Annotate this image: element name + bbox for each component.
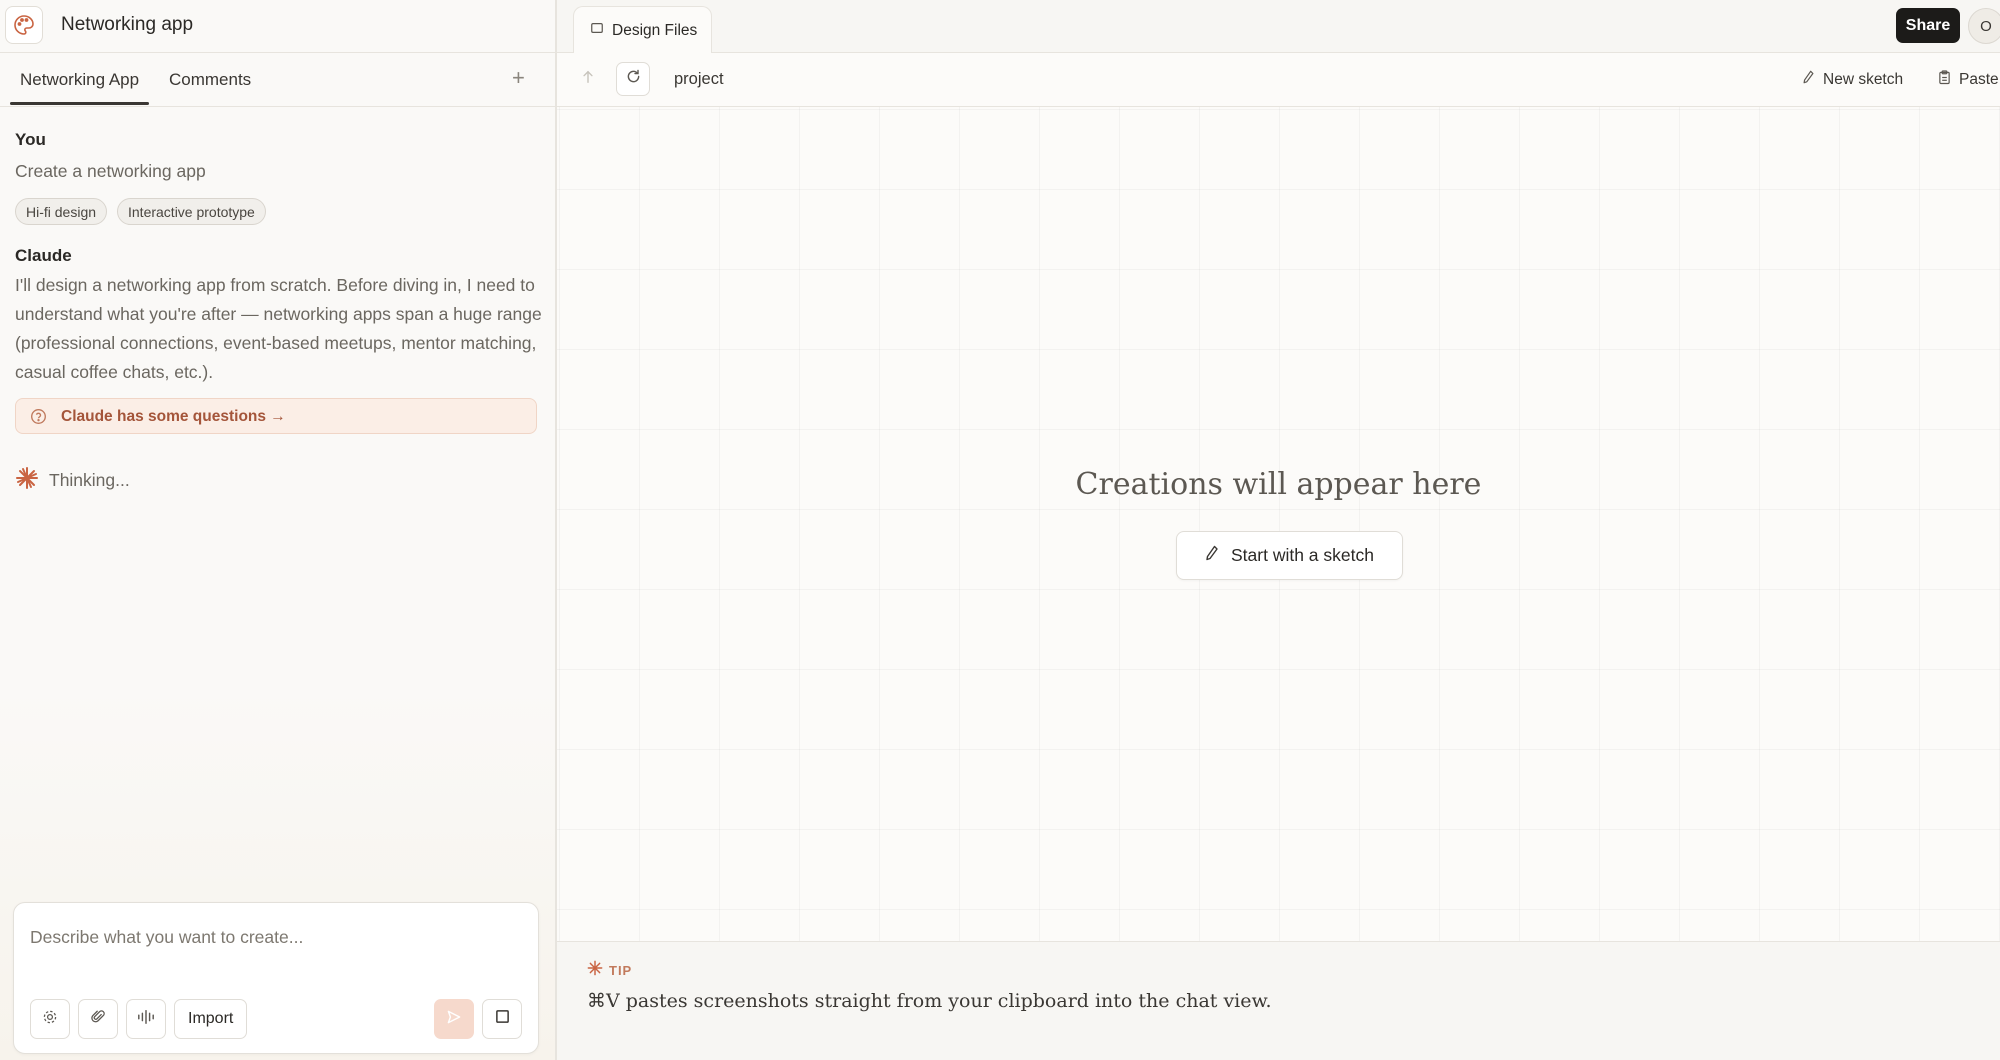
thinking-indicator: Thinking... [15, 466, 130, 495]
palette-icon[interactable] [5, 6, 43, 44]
questions-banner[interactable]: Claude has some questions → [15, 398, 537, 434]
add-tab-button[interactable]: + [512, 65, 525, 91]
tab-networking-app[interactable]: Networking App [9, 70, 150, 105]
paste-label: Paste [1959, 71, 1999, 88]
assistant-message: I'll design a networking app from scratc… [15, 275, 542, 382]
tab-design-files[interactable]: Design Files [573, 6, 712, 54]
breadcrumb[interactable]: project [674, 70, 724, 89]
prompt-input[interactable] [30, 917, 510, 957]
start-sketch-button[interactable]: Start with a sketch [1176, 531, 1403, 580]
new-sketch-button[interactable]: New sketch [1802, 70, 1903, 89]
stop-button[interactable] [482, 999, 522, 1039]
avatar[interactable]: O [1968, 8, 2000, 44]
top-bar: Design Files Share O [557, 0, 2000, 54]
design-panel: Design Files Share O project New sketch … [557, 0, 2000, 1060]
send-button[interactable] [434, 999, 474, 1039]
new-sketch-label: New sketch [1823, 70, 1904, 88]
up-button[interactable] [571, 62, 605, 96]
refresh-icon [626, 69, 641, 89]
question-circle-icon [30, 408, 47, 430]
tip-bar: TIP ⌘V pastes screenshots straight from … [557, 941, 2000, 1060]
empty-state-title: Creations will appear here [1075, 467, 1482, 502]
questions-label: Claude has some questions → [61, 408, 286, 425]
pencil-icon [1205, 545, 1219, 566]
send-icon [446, 1009, 462, 1030]
chip-interactive-prototype[interactable]: Interactive prototype [117, 198, 266, 225]
assistant-author: Claude [15, 246, 72, 265]
tip-label: TIP [609, 963, 633, 978]
chat-tabs: Networking App Comments + [0, 53, 555, 107]
composer: Import [13, 902, 539, 1054]
spark-icon [15, 466, 39, 495]
spark-icon [587, 960, 603, 981]
chat-header: Networking app [0, 0, 555, 53]
canvas-toolbar: project New sketch Paste [557, 53, 2000, 107]
clipboard-icon [1938, 70, 1951, 90]
thinking-label: Thinking... [49, 470, 130, 490]
stop-icon [495, 1009, 510, 1029]
share-button[interactable]: Share [1896, 8, 1960, 43]
user-author: You [15, 130, 46, 149]
app-title: Networking app [61, 14, 194, 35]
file-icon [590, 21, 604, 40]
import-button[interactable]: Import [174, 999, 248, 1039]
settings-button[interactable] [30, 999, 70, 1039]
paste-button[interactable]: Paste [1938, 70, 1999, 90]
start-sketch-label: Start with a sketch [1231, 545, 1374, 565]
design-canvas[interactable]: Creations will appear here Start with a … [557, 107, 2000, 941]
pencil-icon [1802, 70, 1815, 89]
chat-panel: Networking app Networking App Comments +… [0, 0, 557, 1060]
user-message: Create a networking app [15, 161, 206, 181]
audio-icon [137, 1009, 155, 1030]
attach-button[interactable] [78, 999, 118, 1039]
voice-button[interactable] [126, 999, 166, 1039]
chip-hifi-design[interactable]: Hi-fi design [15, 198, 108, 225]
file-tab-label: Design Files [612, 21, 698, 39]
settings-icon [42, 1009, 58, 1030]
arrow-up-icon [581, 70, 595, 89]
paperclip-icon [90, 1009, 106, 1030]
tab-comments[interactable]: Comments [169, 70, 251, 90]
reload-button[interactable] [616, 62, 650, 96]
tip-text: ⌘V pastes screenshots straight from your… [587, 990, 1272, 1012]
tip-header: TIP [587, 960, 632, 981]
